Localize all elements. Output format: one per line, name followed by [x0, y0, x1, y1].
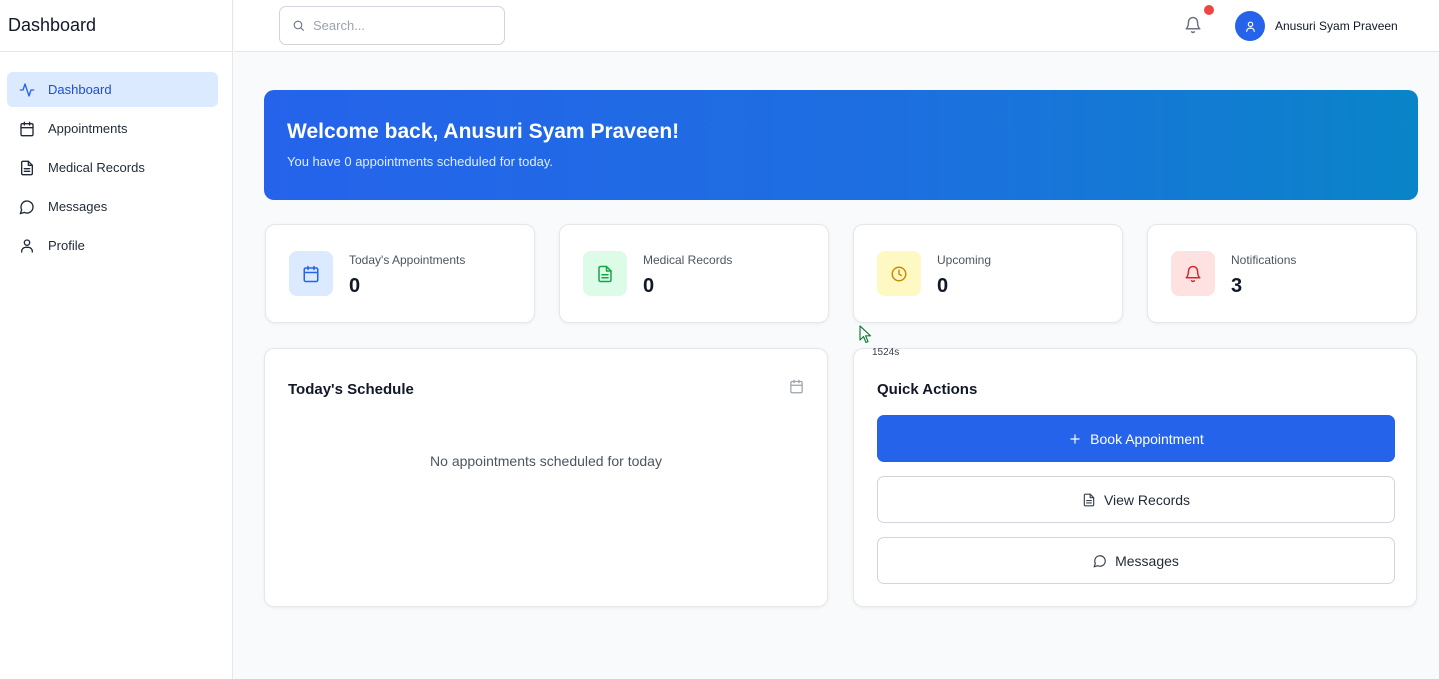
plus-icon [1070, 433, 1080, 444]
welcome-banner: Welcome back, Anusuri Syam Praveen! You … [264, 90, 1418, 200]
book-appointment-button[interactable]: Book Appointment [877, 415, 1395, 462]
sidebar-item-label: Dashboard [48, 82, 112, 97]
welcome-subtitle: You have 0 appointments scheduled for to… [287, 154, 553, 169]
button-label: View Records [1103, 491, 1191, 508]
sidebar-item-label: Messages [48, 199, 108, 214]
sidebar-item-dashboard[interactable]: Dashboard [7, 72, 218, 107]
messages-button[interactable]: Messages [877, 537, 1395, 584]
bell-icon [1185, 16, 1201, 34]
stat-card-medical-records: Medical Records 0 [559, 224, 829, 323]
sidebar-item-label: Appointments [48, 121, 128, 136]
button-label: Messages [1115, 552, 1179, 569]
user-icon [18, 237, 36, 255]
search-box[interactable] [279, 6, 505, 45]
stat-value: 3 [1231, 275, 1243, 297]
panel-title: Quick Actions [877, 381, 978, 398]
sidebar-item-label: Medical Records [48, 160, 145, 175]
user-menu[interactable]: Anusuri Syam Praveen [1235, 11, 1398, 41]
quick-actions-panel: Quick Actions Book Appointment View Reco… [853, 348, 1417, 607]
view-records-button[interactable]: View Records [877, 476, 1395, 523]
file-text-icon [583, 251, 627, 296]
sidebar: Dashboard Dashboard Appointments Medical… [0, 0, 233, 679]
panel-title: Today's Schedule [288, 381, 414, 398]
stat-value: 0 [643, 275, 655, 297]
calendar-icon [18, 120, 36, 138]
app-title: Dashboard [0, 0, 232, 52]
stat-card-notifications: Notifications 3 [1147, 224, 1417, 323]
stat-label: Notifications [1231, 253, 1297, 267]
file-icon [18, 159, 36, 177]
stat-value: 0 [937, 275, 949, 297]
button-label: Book Appointment [1090, 430, 1204, 447]
notification-dot [1204, 5, 1214, 15]
search-icon [293, 20, 304, 31]
user-icon [1245, 21, 1255, 32]
notifications-button[interactable] [1184, 16, 1204, 36]
calendar-icon [289, 251, 333, 296]
todays-schedule-panel: Today's Schedule No appointments schedul… [264, 348, 828, 607]
sidebar-item-medical-records[interactable]: Medical Records [7, 150, 218, 185]
sidebar-item-label: Profile [48, 238, 85, 253]
stat-value: 0 [349, 275, 361, 297]
sidebar-item-messages[interactable]: Messages [7, 189, 218, 224]
welcome-title: Welcome back, Anusuri Syam Praveen! [287, 120, 680, 143]
stat-card-upcoming: Upcoming 0 [853, 224, 1123, 323]
sidebar-nav: Dashboard Appointments Medical Records M… [0, 52, 232, 263]
stat-label: Upcoming [937, 253, 992, 267]
file-icon [1083, 493, 1095, 506]
user-name: Anusuri Syam Praveen [1275, 19, 1398, 33]
clock-icon [877, 251, 921, 296]
stat-label: Today's Appointments [349, 253, 466, 267]
message-icon [18, 198, 36, 216]
mouse-cursor-icon [859, 325, 872, 344]
stat-card-appointments: Today's Appointments 0 [265, 224, 535, 323]
bell-icon [1171, 251, 1215, 296]
timer-label: 1524s [872, 347, 900, 358]
stat-label: Medical Records [643, 253, 733, 267]
activity-icon [18, 81, 36, 99]
empty-schedule-message: No appointments scheduled for today [430, 453, 662, 469]
message-icon [1093, 554, 1106, 567]
topbar: Anusuri Syam Praveen [234, 0, 1439, 52]
sidebar-item-appointments[interactable]: Appointments [7, 111, 218, 146]
calendar-icon [789, 379, 805, 395]
search-input[interactable] [313, 18, 493, 33]
sidebar-item-profile[interactable]: Profile [7, 228, 218, 263]
avatar [1235, 11, 1265, 41]
